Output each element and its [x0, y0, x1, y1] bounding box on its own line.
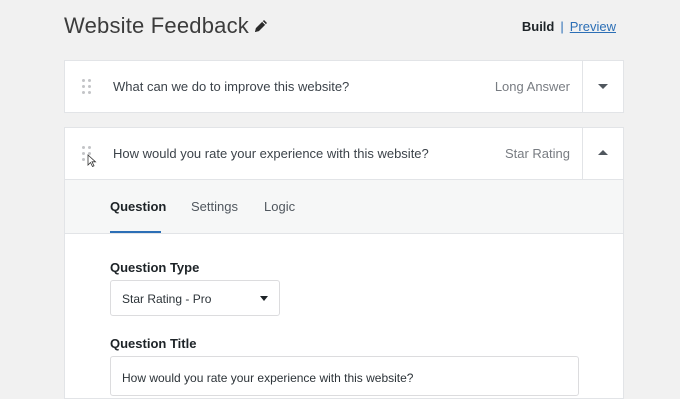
collapse-button[interactable] — [583, 128, 623, 179]
chevron-up-icon — [598, 150, 608, 155]
question-type-select[interactable]: Star Rating - Pro — [110, 280, 280, 316]
expand-button[interactable] — [583, 61, 623, 112]
question-row[interactable]: How would you rate your experience with … — [65, 128, 623, 179]
mode-separator: | — [560, 19, 564, 34]
editor-tabs: Question Settings Logic — [65, 179, 623, 234]
question-card[interactable]: What can we do to improve this website? … — [64, 60, 624, 113]
active-tab-indicator — [110, 231, 161, 233]
chevron-down-icon — [598, 84, 608, 89]
mouse-cursor-icon — [87, 154, 97, 167]
pencil-icon[interactable] — [252, 17, 270, 35]
question-row[interactable]: What can we do to improve this website? … — [65, 61, 623, 112]
question-text: How would you rate your experience with … — [113, 146, 429, 161]
question-type-field-label: Question Type — [110, 260, 200, 275]
tab-logic[interactable]: Logic — [264, 199, 295, 214]
question-text: What can we do to improve this website? — [113, 79, 350, 94]
drag-handle-icon[interactable] — [82, 79, 94, 95]
question-title-field-label: Question Title — [110, 336, 197, 351]
dropdown-arrow-icon — [260, 296, 268, 301]
question-card[interactable]: How would you rate your experience with … — [64, 127, 624, 399]
tab-question[interactable]: Question — [110, 199, 166, 214]
mode-switch: Build | Preview — [522, 19, 616, 34]
form-title: Website Feedback — [64, 13, 250, 38]
question-type-label: Star Rating — [504, 146, 570, 161]
build-link[interactable]: Build — [522, 19, 555, 34]
tab-settings[interactable]: Settings — [191, 199, 238, 214]
question-title-input[interactable]: How would you rate your experience with … — [110, 356, 579, 396]
preview-link[interactable]: Preview — [570, 19, 616, 34]
question-type-label: Long Answer — [494, 79, 570, 94]
question-type-value: Star Rating - Pro — [122, 292, 212, 306]
question-title-value: How would you rate your experience with … — [122, 371, 414, 385]
